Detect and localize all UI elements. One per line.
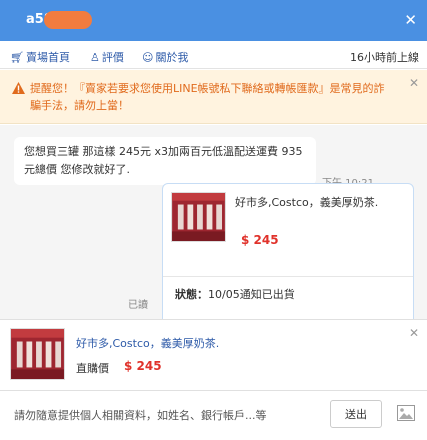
pinned-product: 好市多,Costco，義美厚奶茶. 直購價 $ 245 ✕	[0, 319, 427, 391]
close-icon[interactable]: ✕	[404, 11, 417, 29]
shipping-status: 狀態：10/05通知已出貨	[175, 286, 295, 302]
close-icon[interactable]: ✕	[409, 76, 419, 90]
person-icon: ♙	[90, 51, 100, 64]
message-composer: 送出	[0, 392, 427, 440]
warning-text: 提醒您！『賣家若要求您使用LINE帳號私下聯絡或轉帳匯款』是常見的詐騙手法，請勿…	[30, 82, 385, 112]
message-input[interactable]	[8, 400, 326, 430]
close-icon[interactable]: ✕	[409, 326, 419, 340]
nav-about-label: 關於我	[155, 51, 189, 64]
nav-store-home[interactable]: 🛒︎ 賣場首頁	[10, 49, 70, 65]
product-thumbnail[interactable]	[10, 328, 65, 380]
nav-ratings[interactable]: ♙ 評價	[90, 49, 124, 65]
send-button[interactable]: 送出	[330, 400, 382, 428]
card-divider	[163, 276, 413, 277]
pinned-product-price: $ 245	[124, 359, 162, 373]
warning-icon	[12, 82, 25, 94]
product-name-link[interactable]: 好市多,Costco，義美厚奶茶.	[235, 194, 405, 211]
cart-icon: 🛒︎	[10, 51, 24, 64]
read-receipt: 已讀	[128, 300, 148, 311]
shipping-value: 10/05通知已出貨	[208, 288, 295, 301]
nav-store-home-label: 賣場首頁	[25, 51, 70, 64]
incoming-message: 您想買三罐 那這樣 245元 x3加兩百元低溫配送運費 935元總價 您修改就好…	[14, 137, 316, 185]
redacted-name-overlay	[44, 11, 92, 29]
product-thumbnail[interactable]	[171, 192, 226, 242]
shipping-label: 狀態：	[175, 288, 208, 301]
chat-header: a58 ✕	[0, 0, 427, 41]
order-card[interactable]: 好市多,Costco，義美厚奶茶. $ 245 狀態：10/05通知已出貨	[162, 183, 414, 319]
nav-about[interactable]: ☺ 關於我	[142, 49, 188, 65]
pinned-product-name[interactable]: 好市多,Costco，義美厚奶茶.	[76, 335, 219, 351]
seller-nav: 🛒︎ 賣場首頁 ♙ 評價 ☺ 關於我 16小時前上線	[0, 41, 427, 69]
image-upload-icon[interactable]	[397, 405, 415, 421]
online-status: 16小時前上線	[350, 51, 419, 64]
smile-icon: ☺	[142, 51, 154, 64]
product-price: $ 245	[241, 233, 279, 247]
price-label: 直購價	[76, 362, 109, 375]
nav-ratings-label: 評價	[101, 51, 124, 64]
scam-warning-banner: 提醒您！『賣家若要求您使用LINE帳號私下聯絡或轉帳匯款』是常見的詐騙手法，請勿…	[0, 70, 427, 124]
message-list[interactable]: 您想買三罐 那這樣 245元 x3加兩百元低溫配送運費 935元總價 您修改就好…	[0, 125, 427, 319]
